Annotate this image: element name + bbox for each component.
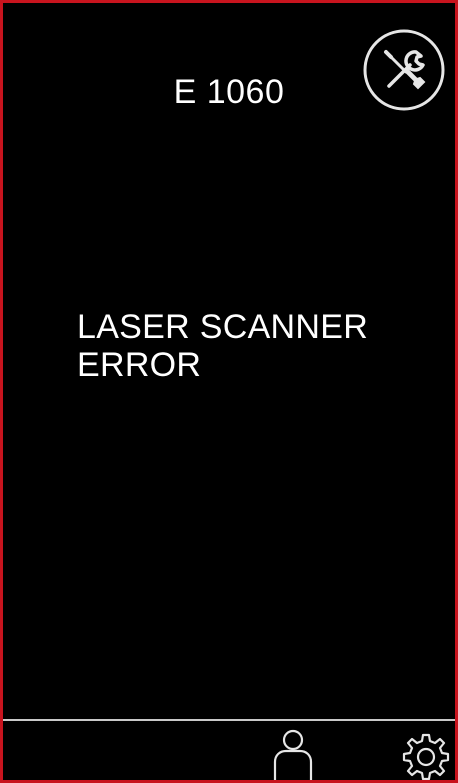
user-button[interactable] — [271, 728, 315, 780]
service-tools-icon — [363, 29, 445, 111]
error-message-line-1: LASER SCANNER — [77, 308, 369, 346]
error-message-line-2: ERROR — [77, 346, 202, 384]
bottom-divider — [3, 719, 455, 721]
user-icon — [273, 729, 313, 780]
service-button[interactable] — [362, 28, 446, 112]
error-screen: E 1060 LASER SCANNER ERROR — [0, 0, 458, 783]
gear-icon — [402, 733, 450, 780]
error-message: LASER SCANNER ERROR — [77, 308, 368, 384]
settings-button[interactable] — [400, 731, 452, 780]
